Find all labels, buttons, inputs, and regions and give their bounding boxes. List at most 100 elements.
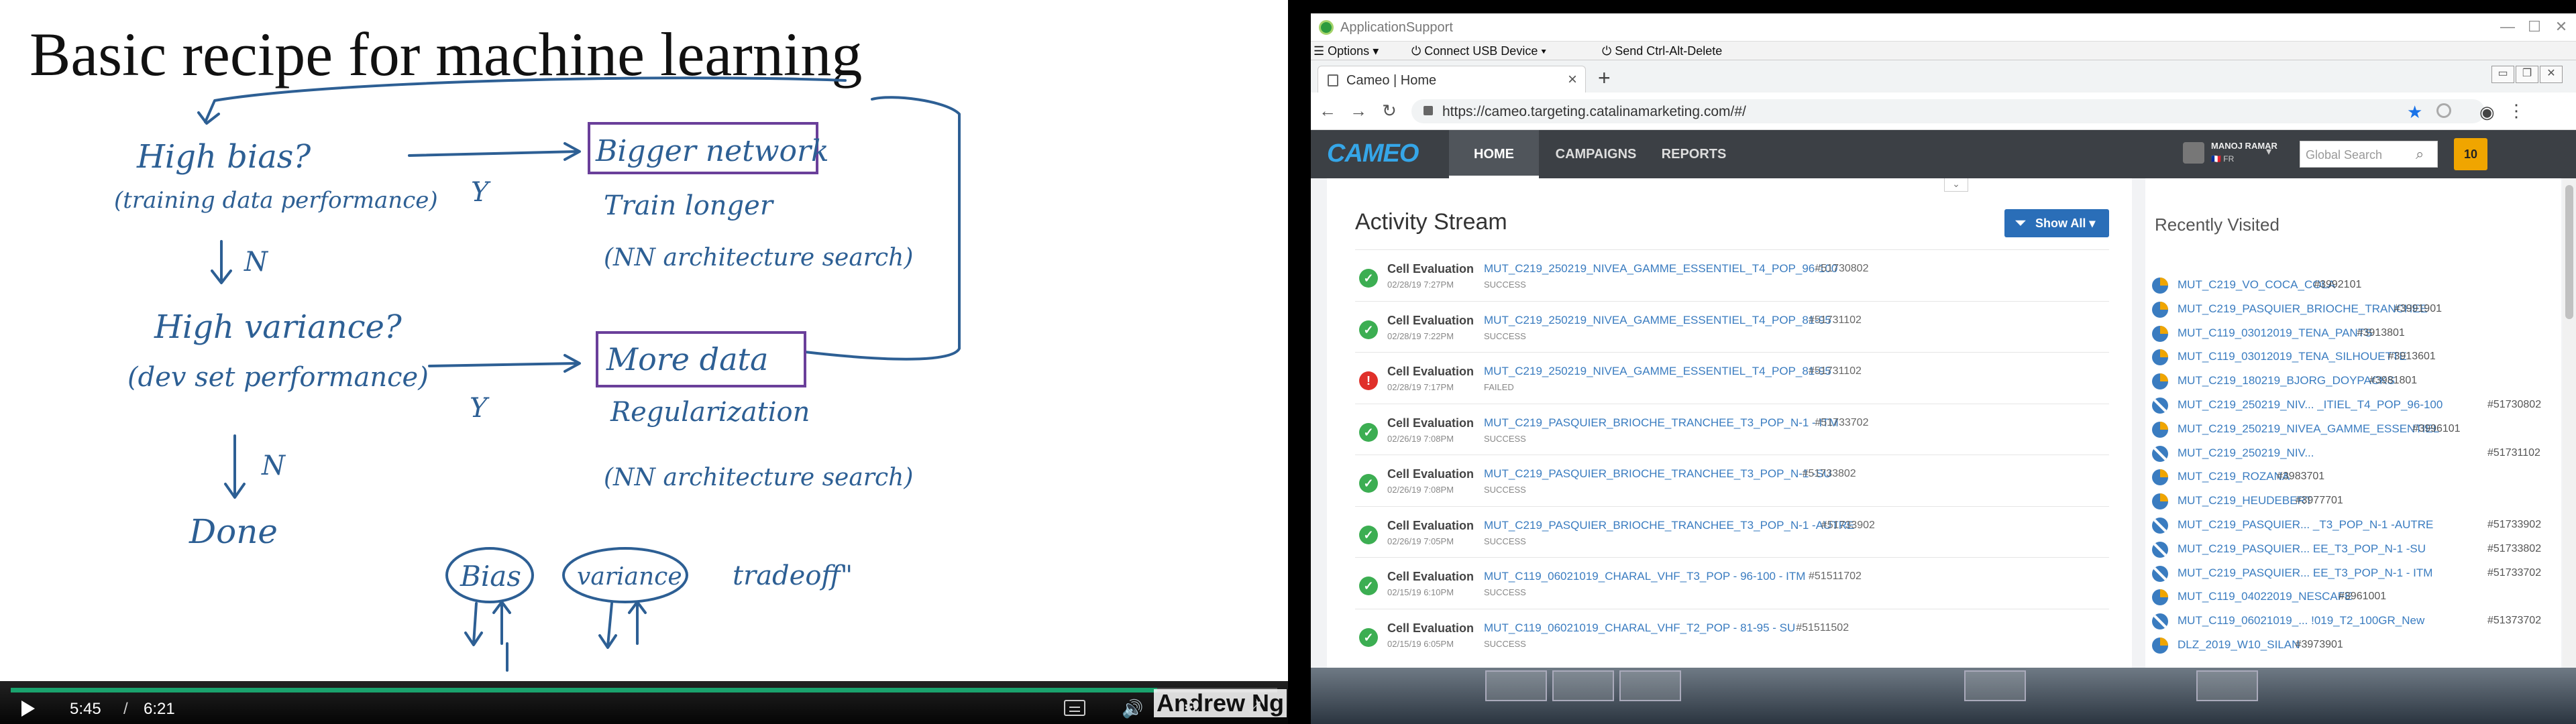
recent-item-link[interactable]: DLZ_2019_W10_SILAN bbox=[2178, 638, 2300, 652]
loop-arrow-left bbox=[197, 76, 847, 125]
recent-item[interactable]: MUT_C219_HEUDEBERT #3977701 bbox=[2152, 489, 2561, 514]
note-variance: variance bbox=[577, 563, 682, 591]
minimize-button[interactable]: — bbox=[2494, 17, 2521, 36]
recent-item[interactable]: MUT_C119_03012019_TENA_PANTS #3913801 bbox=[2152, 322, 2561, 346]
stream-item-link[interactable]: MUT_C219_PASQUIER_BRIOCHE_TRANCHEE_T3_PO… bbox=[1484, 467, 1831, 481]
recent-item[interactable]: MUT_C219_VO_COCA_COLA #3992101 bbox=[2152, 274, 2561, 298]
recent-item-link[interactable]: MUT_C219_PASQUIER... EE_T3_POP_N-1 - ITM bbox=[2178, 566, 2432, 580]
taskbar-window-5[interactable] bbox=[2196, 670, 2258, 701]
recent-item[interactable]: MUT_C219_PASQUIER... _T3_POP_N-1 -AUTRE #… bbox=[2152, 514, 2561, 538]
taskbar-window-3[interactable] bbox=[1619, 670, 1681, 701]
user-avatar[interactable] bbox=[2183, 142, 2204, 164]
search-icon[interactable]: ⌕ bbox=[2416, 145, 2424, 163]
recent-item-link[interactable]: MUT_C219_PASQUIER... _T3_POP_N-1 -AUTRE bbox=[2178, 518, 2433, 532]
time-separator: / bbox=[123, 700, 128, 718]
recent-item[interactable]: MUT_C219_180219_BJORG_DOYPACKS #3981801 bbox=[2152, 369, 2561, 394]
settings-gear-icon[interactable]: ⚙ bbox=[1183, 697, 1203, 717]
play-button[interactable] bbox=[17, 699, 39, 720]
global-search-input[interactable] bbox=[2306, 147, 2413, 163]
bookmark-star-icon[interactable]: ★ bbox=[2407, 102, 2422, 123]
recent-item-link[interactable]: MUT_C119_06021019_... !019_T2_100GR_New bbox=[2178, 614, 2424, 627]
nav-reports[interactable]: REPORTS bbox=[1650, 130, 1737, 178]
url-field[interactable]: https://cameo.targeting.catalinamarketin… bbox=[1411, 99, 2485, 123]
connect-usb-menu[interactable]: ⏻ Connect USB Device ▾ bbox=[1411, 44, 1546, 58]
collapse-caret-icon[interactable]: ⌄ bbox=[1944, 178, 1968, 192]
mdi-close-button[interactable]: ✕ bbox=[2540, 66, 2563, 83]
scroll-thumb[interactable] bbox=[2565, 185, 2573, 319]
send-cad-button[interactable]: ⏻ Send Ctrl-Alt-Delete bbox=[1602, 44, 1722, 58]
recent-item-link[interactable]: MUT_C219_VO_COCA_COLA bbox=[2178, 278, 2335, 292]
recent-item[interactable]: MUT_C219_250219_NIV... #51731102 bbox=[2152, 442, 2561, 466]
stream-item-id: #51511502 bbox=[1796, 621, 1849, 634]
recent-item-link[interactable]: MUT_C219_HEUDEBERT bbox=[2178, 494, 2312, 507]
taskbar-window-2[interactable] bbox=[1552, 670, 1614, 701]
play-icon bbox=[21, 701, 35, 717]
show-all-button[interactable]: ⏷ Show All ▾ bbox=[2004, 209, 2109, 237]
recent-item-link[interactable]: MUT_C219_PASQUIER... EE_T3_POP_N-1 -SU bbox=[2178, 542, 2426, 556]
recent-item-link[interactable]: MUT_C219_250219_NIV... bbox=[2178, 446, 2314, 460]
stream-item-link[interactable]: MUT_C219_250219_NIVEA_GAMME_ESSENTIEL_T4… bbox=[1484, 314, 1831, 327]
stream-item-link[interactable]: MUT_C219_PASQUIER_BRIOCHE_TRANCHEE_T3_PO… bbox=[1484, 519, 1854, 532]
recent-item[interactable]: MUT_C219_PASQUIER... EE_T3_POP_N-1 -SU #5… bbox=[2152, 538, 2561, 562]
browser-menu-icon[interactable]: ⋮ bbox=[2508, 101, 2525, 121]
browser-tab[interactable]: Cameo | Home × bbox=[1318, 66, 1586, 93]
notification-badge[interactable]: 10 bbox=[2454, 138, 2487, 170]
stream-item-type: Cell Evaluation bbox=[1387, 416, 1474, 430]
stream-item-link[interactable]: MUT_C219_250219_NIVEA_GAMME_ESSENTIEL_T4… bbox=[1484, 262, 1837, 276]
recent-item-link[interactable]: MUT_C219_180219_BJORG_DOYPACKS bbox=[2178, 374, 2395, 387]
volume-icon[interactable]: 🔊 bbox=[1122, 699, 1146, 719]
recent-item-link[interactable]: MUT_C219_250219_NIVEA_GAMME_ESSENTIEL bbox=[2178, 422, 2439, 436]
stream-item-link[interactable]: MUT_C119_06021019_CHARAL_VHF_T3_POP - 96… bbox=[1484, 570, 1805, 583]
stream-item: ✓ Cell Evaluation MUT_C219_PASQUIER_BRIOCH… bbox=[1355, 505, 2109, 558]
stream-item-id: #51733702 bbox=[1815, 416, 1869, 428]
forward-icon[interactable]: → bbox=[1348, 101, 1368, 121]
note-dev-perf: (dev set performance) bbox=[127, 362, 429, 393]
recent-item-link[interactable]: MUT_C119_04022019_NESCAFE bbox=[2178, 590, 2353, 603]
recent-item-link[interactable]: MUT_C119_03012019_TENA_SILHOUETTE bbox=[2178, 350, 2407, 363]
stream-item: ✓ Cell Evaluation MUT_C219_PASQUIER_BRIOCH… bbox=[1355, 403, 2109, 455]
captions-button[interactable] bbox=[1064, 700, 1085, 716]
recent-item[interactable]: MUT_C219_PASQUIER... EE_T3_POP_N-1 - ITM… bbox=[2152, 562, 2561, 586]
stream-item-link[interactable]: MUT_C219_250219_NIVEA_GAMME_ESSENTIEL_T4… bbox=[1484, 365, 1831, 378]
mdi-minimize-button[interactable]: ▭ bbox=[2491, 66, 2514, 83]
cameo-logo[interactable]: CAMEO bbox=[1327, 139, 1419, 168]
stream-item: ✓ Cell Evaluation MUT_C219_PASQUIER_BRIOCH… bbox=[1355, 455, 2109, 506]
options-menu[interactable]: ☰ Options ▾ bbox=[1313, 44, 1379, 58]
app-icon bbox=[1319, 20, 1334, 35]
recent-item[interactable]: MUT_C219_ROZANA #3983701 bbox=[2152, 465, 2561, 489]
page-scrollbar[interactable] bbox=[2563, 178, 2576, 724]
taskbar-window-1[interactable] bbox=[1485, 670, 1547, 701]
stream-item-link[interactable]: MUT_C219_PASQUIER_BRIOCHE_TRANCHEE_T3_PO… bbox=[1484, 416, 1839, 430]
tab-close-icon[interactable]: × bbox=[1568, 70, 1577, 89]
recent-item-link[interactable]: MUT_C219_ROZANA bbox=[2178, 470, 2290, 483]
recent-item[interactable]: MUT_C219_250219_NIVEA_GAMME_ESSENTIEL #39… bbox=[2152, 418, 2561, 442]
close-button[interactable]: ✕ bbox=[2548, 17, 2575, 36]
nav-campaigns[interactable]: CAMPAIGNS bbox=[1546, 130, 1646, 178]
maximize-button[interactable]: ☐ bbox=[2521, 17, 2548, 36]
fullscreen-icon[interactable]: ⤢ bbox=[1248, 699, 1268, 719]
recent-item[interactable]: MUT_C119_06021019_... !019_T2_100GR_New #… bbox=[2152, 609, 2561, 634]
lecture-video[interactable]: Basic recipe for machine learning High b… bbox=[0, 0, 1288, 724]
recent-item-link[interactable]: MUT_C119_03012019_TENA_PANTS bbox=[2178, 326, 2372, 340]
reload-icon[interactable]: ↻ bbox=[1379, 101, 1399, 121]
recent-item-link[interactable]: MUT_C219_250219_NIV... _ITIEL_T4_POP_96-… bbox=[2178, 398, 2443, 412]
stream-item-link[interactable]: MUT_C119_06021019_CHARAL_VHF_T2_POP - 81… bbox=[1484, 621, 1795, 635]
progress-bar[interactable] bbox=[11, 688, 1277, 692]
back-icon[interactable]: ← bbox=[1318, 101, 1338, 121]
success-status-icon: ✓ bbox=[1359, 269, 1378, 288]
nav-home[interactable]: HOME bbox=[1449, 130, 1539, 178]
new-tab-button[interactable]: + bbox=[1598, 66, 1611, 90]
recent-item-link[interactable]: MUT_C219_PASQUIER_BRIOCHE_TRANCHEE bbox=[2178, 302, 2428, 316]
extension-icon[interactable] bbox=[2436, 103, 2451, 118]
note-bias: Bias bbox=[460, 560, 521, 593]
recent-item[interactable]: MUT_C219_250219_NIV... _ITIEL_T4_POP_96-… bbox=[2152, 394, 2561, 418]
recent-item[interactable]: MUT_C119_04022019_NESCAFE #3961001 bbox=[2152, 585, 2561, 609]
recent-item[interactable]: MUT_C219_PASQUIER_BRIOCHE_TRANCHEE #39919… bbox=[2152, 298, 2561, 322]
recent-item[interactable]: MUT_C119_03012019_TENA_SILHOUETTE #391360… bbox=[2152, 345, 2561, 369]
pie-chart-icon bbox=[2152, 469, 2168, 486]
taskbar-window-4[interactable] bbox=[1964, 670, 2026, 701]
user-menu-caret-icon[interactable]: ▾ bbox=[2266, 145, 2271, 158]
recent-item[interactable]: DLZ_2019_W10_SILAN #3973901 bbox=[2152, 634, 2561, 658]
mdi-restore-button[interactable]: ❐ bbox=[2516, 66, 2538, 83]
profile-icon[interactable]: ◉ bbox=[2479, 102, 2495, 123]
